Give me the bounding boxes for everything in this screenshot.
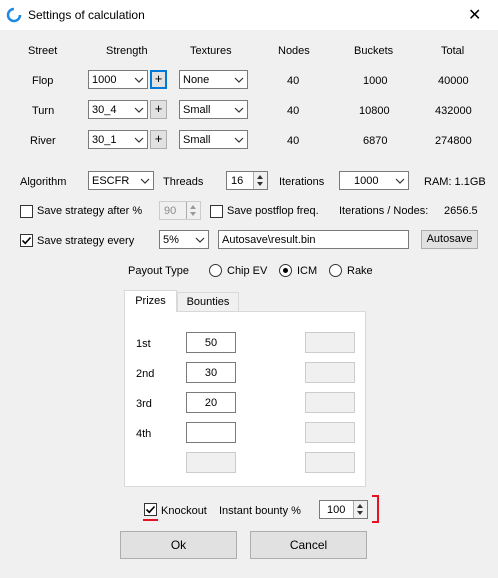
payout-option-chip-ev: Chip EV bbox=[227, 265, 268, 277]
prize-extra-input-2nd[interactable] bbox=[305, 362, 355, 383]
chevron-down-icon bbox=[134, 107, 144, 113]
autosave-path-input[interactable]: Autosave\result.bin bbox=[218, 230, 409, 249]
chevron-down-icon bbox=[234, 107, 244, 113]
textures-select-river[interactable]: Small bbox=[179, 130, 248, 149]
threads-label: Threads bbox=[163, 176, 204, 188]
add-strength-button-flop[interactable]: + bbox=[150, 70, 167, 89]
street-label-river: River bbox=[30, 135, 56, 147]
ram-readout: RAM: 1.1GB bbox=[424, 176, 486, 188]
strength-select-river[interactable]: 30_1 bbox=[88, 130, 148, 149]
autosave-button[interactable]: Autosave bbox=[421, 230, 478, 249]
spin-updown-icon bbox=[190, 205, 196, 216]
strength-select-flop[interactable]: 1000 bbox=[88, 70, 148, 89]
prize-extra-input-1st[interactable] bbox=[305, 332, 355, 353]
window-title: Settings of calculation bbox=[28, 8, 145, 22]
chevron-down-icon bbox=[234, 137, 244, 143]
chevron-down-icon bbox=[134, 77, 144, 83]
threads-spinner[interactable]: 16 bbox=[226, 171, 268, 190]
app-icon bbox=[6, 7, 22, 23]
payout-option-icm: ICM bbox=[297, 265, 318, 277]
textures-select-flop[interactable]: None bbox=[179, 70, 248, 89]
total-value-turn: 432000 bbox=[435, 105, 472, 117]
strength-select-turn[interactable]: 30_4 bbox=[88, 100, 148, 119]
header-buckets: Buckets bbox=[354, 45, 394, 57]
prize-input-3rd[interactable]: 20 bbox=[186, 392, 236, 413]
total-value-river: 274800 bbox=[435, 135, 472, 147]
cancel-button[interactable]: Cancel bbox=[250, 531, 367, 559]
street-label-turn: Turn bbox=[32, 105, 55, 117]
chevron-down-icon bbox=[134, 137, 144, 143]
spinner-arrows[interactable] bbox=[353, 501, 367, 518]
add-strength-button-turn[interactable]: + bbox=[150, 100, 167, 119]
buckets-value-flop: 1000 bbox=[363, 75, 388, 87]
tab-prizes[interactable]: Prizes bbox=[124, 290, 177, 312]
header-street: Street bbox=[28, 45, 58, 57]
nodes-value-river: 40 bbox=[287, 135, 300, 147]
buckets-value-river: 6870 bbox=[363, 135, 388, 147]
prize-input-4th[interactable] bbox=[186, 422, 236, 443]
prize-extra-input-5th[interactable] bbox=[305, 452, 355, 473]
iterations-label: Iterations bbox=[279, 176, 325, 188]
prize-place-1st: 1st bbox=[136, 338, 151, 350]
save-postflop-checkbox[interactable] bbox=[210, 205, 223, 218]
nodes-value-turn: 40 bbox=[287, 105, 300, 117]
save-every-select[interactable]: 5% bbox=[159, 230, 209, 249]
spinner-arrows[interactable] bbox=[253, 172, 267, 189]
spin-updown-icon bbox=[257, 175, 263, 186]
ok-button[interactable]: Ok bbox=[120, 531, 237, 559]
checkmark-icon bbox=[21, 236, 32, 245]
header-nodes: Nodes bbox=[278, 45, 310, 57]
payout-radio-icm[interactable] bbox=[279, 264, 292, 277]
payout-option-rake: Rake bbox=[347, 265, 373, 277]
prize-place-2nd: 2nd bbox=[136, 368, 155, 380]
add-strength-button-river[interactable]: + bbox=[150, 130, 167, 149]
save-every-checkbox[interactable] bbox=[20, 234, 33, 247]
chevron-down-icon bbox=[395, 178, 405, 184]
tab-bounties[interactable]: Bounties bbox=[177, 292, 239, 311]
header-strength: Strength bbox=[106, 45, 148, 57]
algorithm-select[interactable]: ESCFR bbox=[88, 171, 154, 190]
street-label-flop: Flop bbox=[32, 75, 54, 87]
knockout-label: Knockout bbox=[161, 505, 207, 517]
prize-input-2nd[interactable]: 30 bbox=[186, 362, 236, 383]
chevron-down-icon bbox=[234, 77, 244, 83]
iter-per-node-value: 2656.5 bbox=[444, 205, 478, 217]
buckets-value-turn: 10800 bbox=[359, 105, 390, 117]
save-after-checkbox[interactable] bbox=[20, 205, 33, 218]
annotation-underline bbox=[143, 519, 158, 521]
save-after-spinner[interactable]: 90 bbox=[159, 201, 201, 220]
textures-select-turn[interactable]: Small bbox=[179, 100, 248, 119]
payout-radio-rake[interactable] bbox=[329, 264, 342, 277]
instant-bounty-spinner[interactable]: 100 bbox=[319, 500, 368, 519]
save-every-label: Save strategy every bbox=[37, 235, 135, 247]
nodes-value-flop: 40 bbox=[287, 75, 300, 87]
header-textures: Textures bbox=[190, 45, 232, 57]
spin-updown-icon bbox=[357, 504, 363, 515]
algorithm-label: Algorithm bbox=[20, 176, 67, 188]
prize-place-3rd: 3rd bbox=[136, 398, 152, 410]
iter-per-node-label: Iterations / Nodes: bbox=[339, 205, 429, 217]
checkmark-icon bbox=[145, 505, 156, 514]
payout-type-label: Payout Type bbox=[128, 265, 189, 277]
instant-bounty-label: Instant bounty % bbox=[219, 505, 301, 517]
total-value-flop: 40000 bbox=[438, 75, 469, 87]
save-after-label: Save strategy after % bbox=[37, 205, 143, 217]
spinner-arrows[interactable] bbox=[186, 202, 200, 219]
save-postflop-label: Save postflop freq. bbox=[227, 205, 319, 217]
prize-extra-input-4th[interactable] bbox=[305, 422, 355, 443]
prize-extra-input-3rd[interactable] bbox=[305, 392, 355, 413]
chevron-down-icon bbox=[195, 237, 205, 243]
prize-input-5th[interactable] bbox=[186, 452, 236, 473]
prize-place-4th: 4th bbox=[136, 428, 152, 440]
chevron-down-icon bbox=[140, 178, 150, 184]
prize-input-1st[interactable]: 50 bbox=[186, 332, 236, 353]
payout-radio-chip-ev[interactable] bbox=[209, 264, 222, 277]
annotation-bracket bbox=[372, 495, 379, 523]
knockout-checkbox[interactable] bbox=[144, 503, 157, 516]
close-icon[interactable]: ✕ bbox=[468, 5, 481, 25]
header-total: Total bbox=[441, 45, 465, 57]
iterations-select[interactable]: 1000 bbox=[339, 171, 409, 190]
